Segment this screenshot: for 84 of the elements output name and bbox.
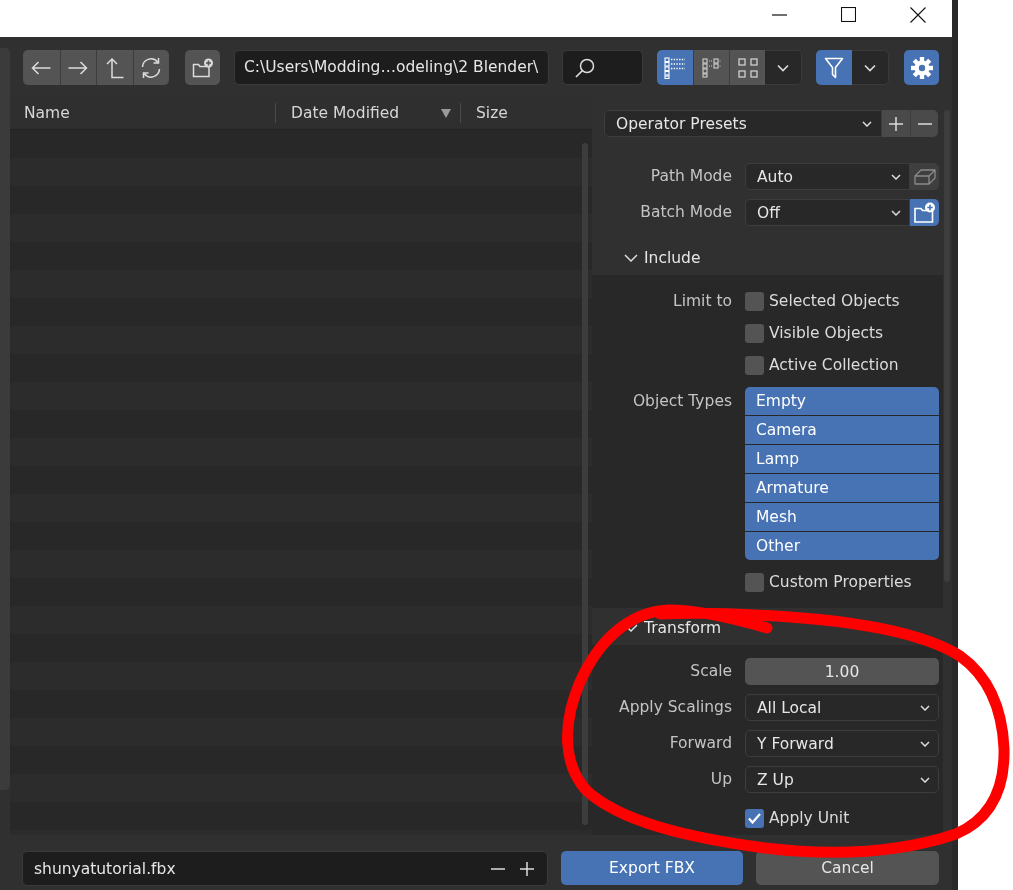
view-mode-button[interactable] [693,50,729,85]
dropdown[interactable]: All Local [745,694,939,721]
filter-button[interactable] [816,50,852,85]
column-header[interactable]: Name [10,97,275,129]
up-arrow-icon [105,56,124,79]
toggle-option[interactable]: Armature [745,474,939,502]
add-preset-button[interactable] [882,110,910,137]
field-label: Path Mode [650,166,732,187]
filename-field[interactable]: shunyatutorial.fbx [22,851,548,886]
toggle-button[interactable] [910,163,939,190]
settings-button[interactable] [904,50,939,85]
field-label: Limit to [673,291,732,312]
folder-plus-icon [913,202,936,223]
right-arrow-icon [68,60,89,75]
refresh-button[interactable] [132,50,169,85]
toggle-option[interactable]: Camera [745,416,939,444]
field-label: Scale [690,661,732,682]
checkbox-label: Custom Properties [769,573,912,591]
chevron-down-icon [862,120,872,127]
left-arrow-icon [31,60,52,75]
checkbox-label: Apply Unit [769,809,850,827]
checkbox[interactable] [745,355,764,375]
view-mode-button[interactable] [657,50,693,85]
toggle-option[interactable]: Empty [745,387,939,415]
minus-icon[interactable] [491,867,505,870]
field-label: Object Types [632,391,732,412]
minus-icon [917,122,932,125]
refresh-icon [140,56,163,79]
dropdown[interactable]: Off [745,199,910,226]
back-button[interactable] [23,50,60,85]
close-icon [909,6,926,23]
checkbox-label: Selected Objects [769,292,900,310]
toggle-option[interactable]: Lamp [745,445,939,473]
column-header[interactable]: Date Modified [276,97,460,129]
chevron-down-icon [891,173,901,180]
search-icon [575,57,595,78]
checkbox[interactable] [745,291,764,311]
box-icon [913,168,936,185]
dropdown[interactable]: Y Forward [745,730,939,757]
chevron-down-icon [920,704,930,711]
view-mode-button[interactable] [729,50,765,85]
column-header[interactable]: Size [461,97,592,129]
checkbox-label: Visible Objects [769,324,884,342]
checkbox[interactable] [745,808,764,828]
remove-preset-button[interactable] [910,110,938,137]
chevron-down-icon [864,63,876,72]
field-label: Apply Scalings [619,697,732,718]
list-icon [664,56,686,79]
export-button[interactable]: Export FBX [561,851,743,885]
dropdown[interactable]: Auto [745,163,910,190]
field-label: Batch Mode [640,202,732,223]
checkbox-label: Active Collection [769,356,899,374]
grid-icon [737,57,758,78]
toggle-option[interactable]: Other [745,532,939,560]
field-label: Forward [669,733,732,754]
plus-icon[interactable] [520,861,534,876]
toggle-button[interactable] [910,199,939,226]
filter-icon [824,56,844,79]
chevron-down-icon [891,209,901,216]
chevron-down-icon [920,740,930,747]
forward-button[interactable] [59,50,96,85]
toggle-option[interactable]: Mesh [745,503,939,531]
chevron-down-icon [920,776,930,783]
scrollbar[interactable] [582,143,588,825]
checkmark-icon [748,812,761,824]
section-header[interactable]: Include [592,241,943,275]
new-folder-button[interactable] [185,50,220,85]
checkbox[interactable] [745,572,764,592]
search-field[interactable] [562,50,643,85]
chevron-down-icon [777,63,789,72]
checkbox[interactable] [745,323,764,343]
number-field[interactable]: 1.00 [745,658,939,685]
minimize-icon [772,13,787,16]
settings-icon [910,56,933,79]
plus-icon [889,116,903,131]
columns-icon [701,57,722,78]
field-label: Up [710,769,732,790]
parent-folder-button[interactable] [96,50,133,85]
presets-dropdown[interactable]: Operator Presets [604,110,882,137]
section-header[interactable]: Transform [592,611,943,645]
maximize-icon [841,7,856,22]
dropdown[interactable]: Z Up [745,766,939,793]
path-field[interactable]: C:\Users\Modding…odeling\2 Blender\ [234,50,549,85]
folder-plus-icon [191,57,214,78]
